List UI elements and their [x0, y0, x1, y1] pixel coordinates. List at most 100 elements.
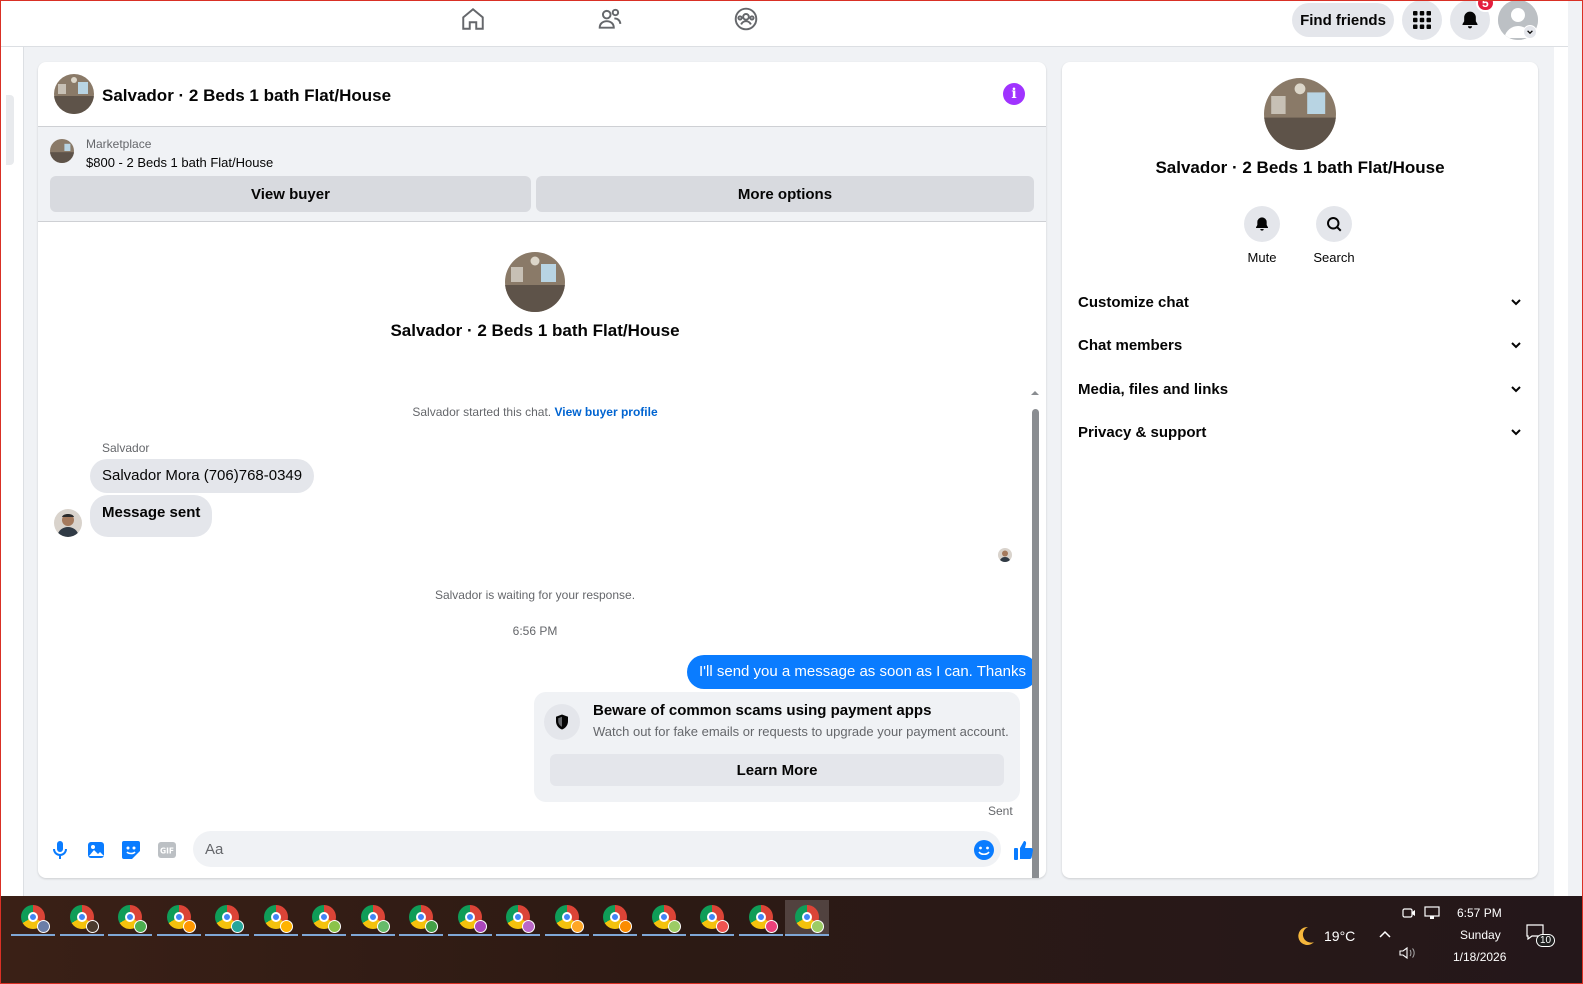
- chat-header: Salvador · 2 Beds 1 bath Flat/House i: [38, 62, 1046, 127]
- volume-icon[interactable]: [1399, 946, 1417, 963]
- mute-label: Mute: [1247, 250, 1277, 265]
- chevron-up-icon[interactable]: [1378, 926, 1392, 942]
- customize-chat-section[interactable]: Customize chat: [1070, 282, 1530, 322]
- sender-name: Salvador: [102, 441, 150, 455]
- meet-now-icon[interactable]: [1402, 906, 1416, 923]
- listing-profile-image: [1264, 78, 1336, 150]
- chrome-taskbar-icon[interactable]: [302, 900, 346, 936]
- emoji-icon[interactable]: [973, 839, 995, 861]
- windows-taskbar: 19°C 6:57 PM Sunday 1/18/2026 10: [0, 896, 1583, 984]
- conversation-header-title: Salvador · 2 Beds 1 bath Flat/House: [390, 321, 680, 340]
- search-icon: [1316, 206, 1352, 242]
- outgoing-message[interactable]: I'll send you a message as soon as I can…: [687, 655, 1038, 689]
- microphone-icon[interactable]: [49, 839, 71, 861]
- chevron-down-icon: [1511, 342, 1521, 349]
- search-button[interactable]: Search: [1304, 206, 1364, 265]
- chrome-taskbar-icon[interactable]: [157, 900, 201, 936]
- message-list: Salvador · 2 Beds 1 bath Flat/House Salv…: [38, 222, 1046, 878]
- chrome-taskbar-icon[interactable]: [642, 900, 686, 936]
- sender-avatar[interactable]: [54, 509, 82, 537]
- shield-icon: [544, 704, 580, 740]
- friends-icon[interactable]: [595, 4, 625, 34]
- notification-center-count: 10: [1536, 934, 1556, 947]
- marketplace-listing-bar: Marketplace $800 - 2 Beds 1 bath Flat/Ho…: [38, 127, 1046, 222]
- chrome-taskbar-icon[interactable]: [11, 900, 55, 936]
- message-input[interactable]: [193, 831, 1001, 867]
- section-label: Privacy & support: [1078, 423, 1207, 441]
- privacy-support-section[interactable]: Privacy & support: [1070, 412, 1530, 452]
- network-icon[interactable]: [1424, 906, 1440, 923]
- info-icon[interactable]: i: [1003, 83, 1025, 105]
- chevron-down-icon: [1511, 429, 1521, 436]
- left-sidebar-strip: [0, 47, 24, 896]
- more-options-button[interactable]: More options: [536, 176, 1034, 212]
- chrome-taskbar-icon[interactable]: [496, 900, 540, 936]
- listing-small-thumbnail[interactable]: [50, 139, 74, 163]
- sidebar-highlight: [6, 95, 14, 165]
- marketplace-label: Marketplace: [86, 137, 152, 151]
- chrome-taskbar-icon[interactable]: [351, 900, 395, 936]
- chrome-taskbar-icon[interactable]: [205, 900, 249, 936]
- scroll-up-arrow-icon[interactable]: [1030, 389, 1040, 397]
- media-files-links-section[interactable]: Media, files and links: [1070, 369, 1530, 409]
- chrome-taskbar-icon[interactable]: [108, 900, 152, 936]
- chevron-down-icon: [1511, 386, 1521, 393]
- chat-started-notice: Salvador started this chat. View buyer p…: [38, 405, 1032, 419]
- chrome-taskbar-icon[interactable]: [545, 900, 589, 936]
- chrome-taskbar-icon[interactable]: [399, 900, 443, 936]
- clock-time[interactable]: 6:57 PM: [1457, 906, 1502, 920]
- groups-icon[interactable]: [731, 4, 761, 34]
- clock-day[interactable]: Sunday: [1460, 928, 1501, 942]
- listing-price-title[interactable]: $800 - 2 Beds 1 bath Flat/House: [86, 155, 273, 170]
- chrome-taskbar-icon[interactable]: [60, 900, 104, 936]
- thumbs-up-icon[interactable]: [1013, 839, 1035, 861]
- temperature[interactable]: 19°C: [1324, 928, 1355, 944]
- top-navigation-bar: Find friends 5: [0, 0, 1568, 47]
- view-buyer-button[interactable]: View buyer: [50, 176, 531, 212]
- message-timestamp: 6:56 PM: [512, 624, 558, 638]
- bell-icon: [1244, 206, 1280, 242]
- info-panel-title: Salvador · 2 Beds 1 bath Flat/House: [1155, 158, 1445, 177]
- find-friends-button[interactable]: Find friends: [1292, 3, 1394, 37]
- scam-warning-text: Watch out for fake emails or requests to…: [593, 724, 1009, 739]
- message-status: Sent: [988, 804, 1013, 818]
- gif-icon[interactable]: GIF: [156, 839, 178, 861]
- scam-warning-title: Beware of common scams using payment app…: [593, 702, 932, 719]
- message-composer: GIF: [38, 828, 1046, 878]
- notification-count-badge: 5: [1476, 0, 1495, 12]
- chat-info-panel: Salvador · 2 Beds 1 bath Flat/House Mute…: [1062, 62, 1538, 878]
- search-label: Search: [1313, 250, 1355, 265]
- chrome-taskbar-icon[interactable]: [593, 900, 637, 936]
- chevron-down-icon: [1511, 299, 1521, 306]
- section-label: Media, files and links: [1078, 380, 1229, 398]
- chat-panel: Salvador · 2 Beds 1 bath Flat/House i Ma…: [38, 62, 1046, 878]
- scam-warning-card: Beware of common scams using payment app…: [534, 692, 1020, 802]
- chrome-taskbar-icon-active[interactable]: [785, 900, 829, 936]
- chrome-taskbar-icon[interactable]: [739, 900, 783, 936]
- view-buyer-profile-link[interactable]: View buyer profile: [554, 405, 657, 419]
- incoming-message[interactable]: Message sent: [90, 495, 213, 537]
- clock-date[interactable]: 1/18/2026: [1453, 950, 1506, 964]
- moon-weather-icon[interactable]: [1293, 924, 1317, 948]
- photo-icon[interactable]: [85, 839, 107, 861]
- chrome-taskbar-icon[interactable]: [254, 900, 298, 936]
- sticker-icon[interactable]: [120, 839, 142, 861]
- seen-avatar: [998, 548, 1012, 562]
- chrome-taskbar-icon[interactable]: [448, 900, 492, 936]
- menu-grid-icon[interactable]: [1402, 0, 1442, 40]
- mute-button[interactable]: Mute: [1232, 206, 1292, 265]
- section-label: Customize chat: [1078, 293, 1189, 311]
- page-scrollbar[interactable]: [1554, 47, 1568, 896]
- message-scroll-thumb[interactable]: [1032, 409, 1039, 878]
- incoming-message[interactable]: Salvador Mora (706)768-0349: [90, 459, 315, 493]
- chat-started-text: Salvador started this chat.: [412, 405, 552, 419]
- home-icon[interactable]: [458, 4, 488, 34]
- chat-members-section[interactable]: Chat members: [1070, 325, 1530, 365]
- svg-text:GIF: GIF: [160, 847, 174, 856]
- chrome-taskbar-icon[interactable]: [690, 900, 734, 936]
- chevron-down-icon[interactable]: [1523, 25, 1537, 39]
- chat-title: Salvador · 2 Beds 1 bath Flat/House: [102, 86, 392, 105]
- learn-more-button[interactable]: Learn More: [550, 754, 1004, 786]
- waiting-notice: Salvador is waiting for your response.: [434, 588, 636, 602]
- listing-thumbnail[interactable]: [54, 74, 94, 114]
